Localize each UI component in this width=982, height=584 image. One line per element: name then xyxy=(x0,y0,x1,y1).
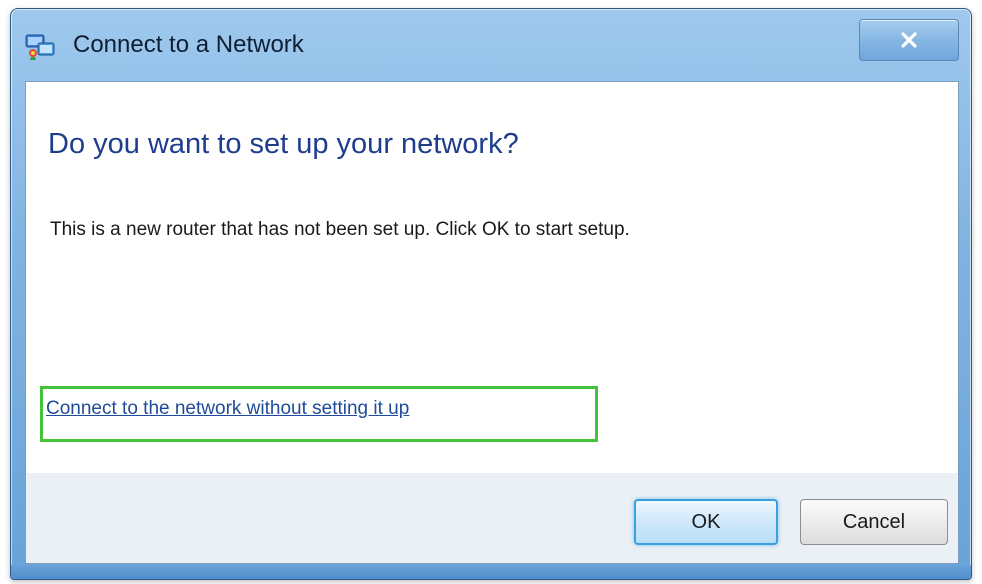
close-icon xyxy=(900,31,918,49)
connect-without-setup-link[interactable]: Connect to the network without setting i… xyxy=(46,398,409,420)
description-text: This is a new router that has not been s… xyxy=(50,219,630,240)
dialog-content: Do you want to set up your network? This… xyxy=(25,81,959,475)
button-footer: OK Cancel xyxy=(25,473,959,564)
connect-dialog-window: Connect to a Network Do you want to set … xyxy=(10,8,972,580)
ok-button[interactable]: OK xyxy=(634,499,778,545)
network-icon xyxy=(25,31,57,61)
cancel-button[interactable]: Cancel xyxy=(800,499,948,545)
main-heading: Do you want to set up your network? xyxy=(48,128,519,160)
close-button[interactable] xyxy=(859,19,959,61)
window-title: Connect to a Network xyxy=(73,31,304,58)
window-bottom-frame xyxy=(11,565,971,579)
title-bar[interactable]: Connect to a Network xyxy=(11,9,971,79)
